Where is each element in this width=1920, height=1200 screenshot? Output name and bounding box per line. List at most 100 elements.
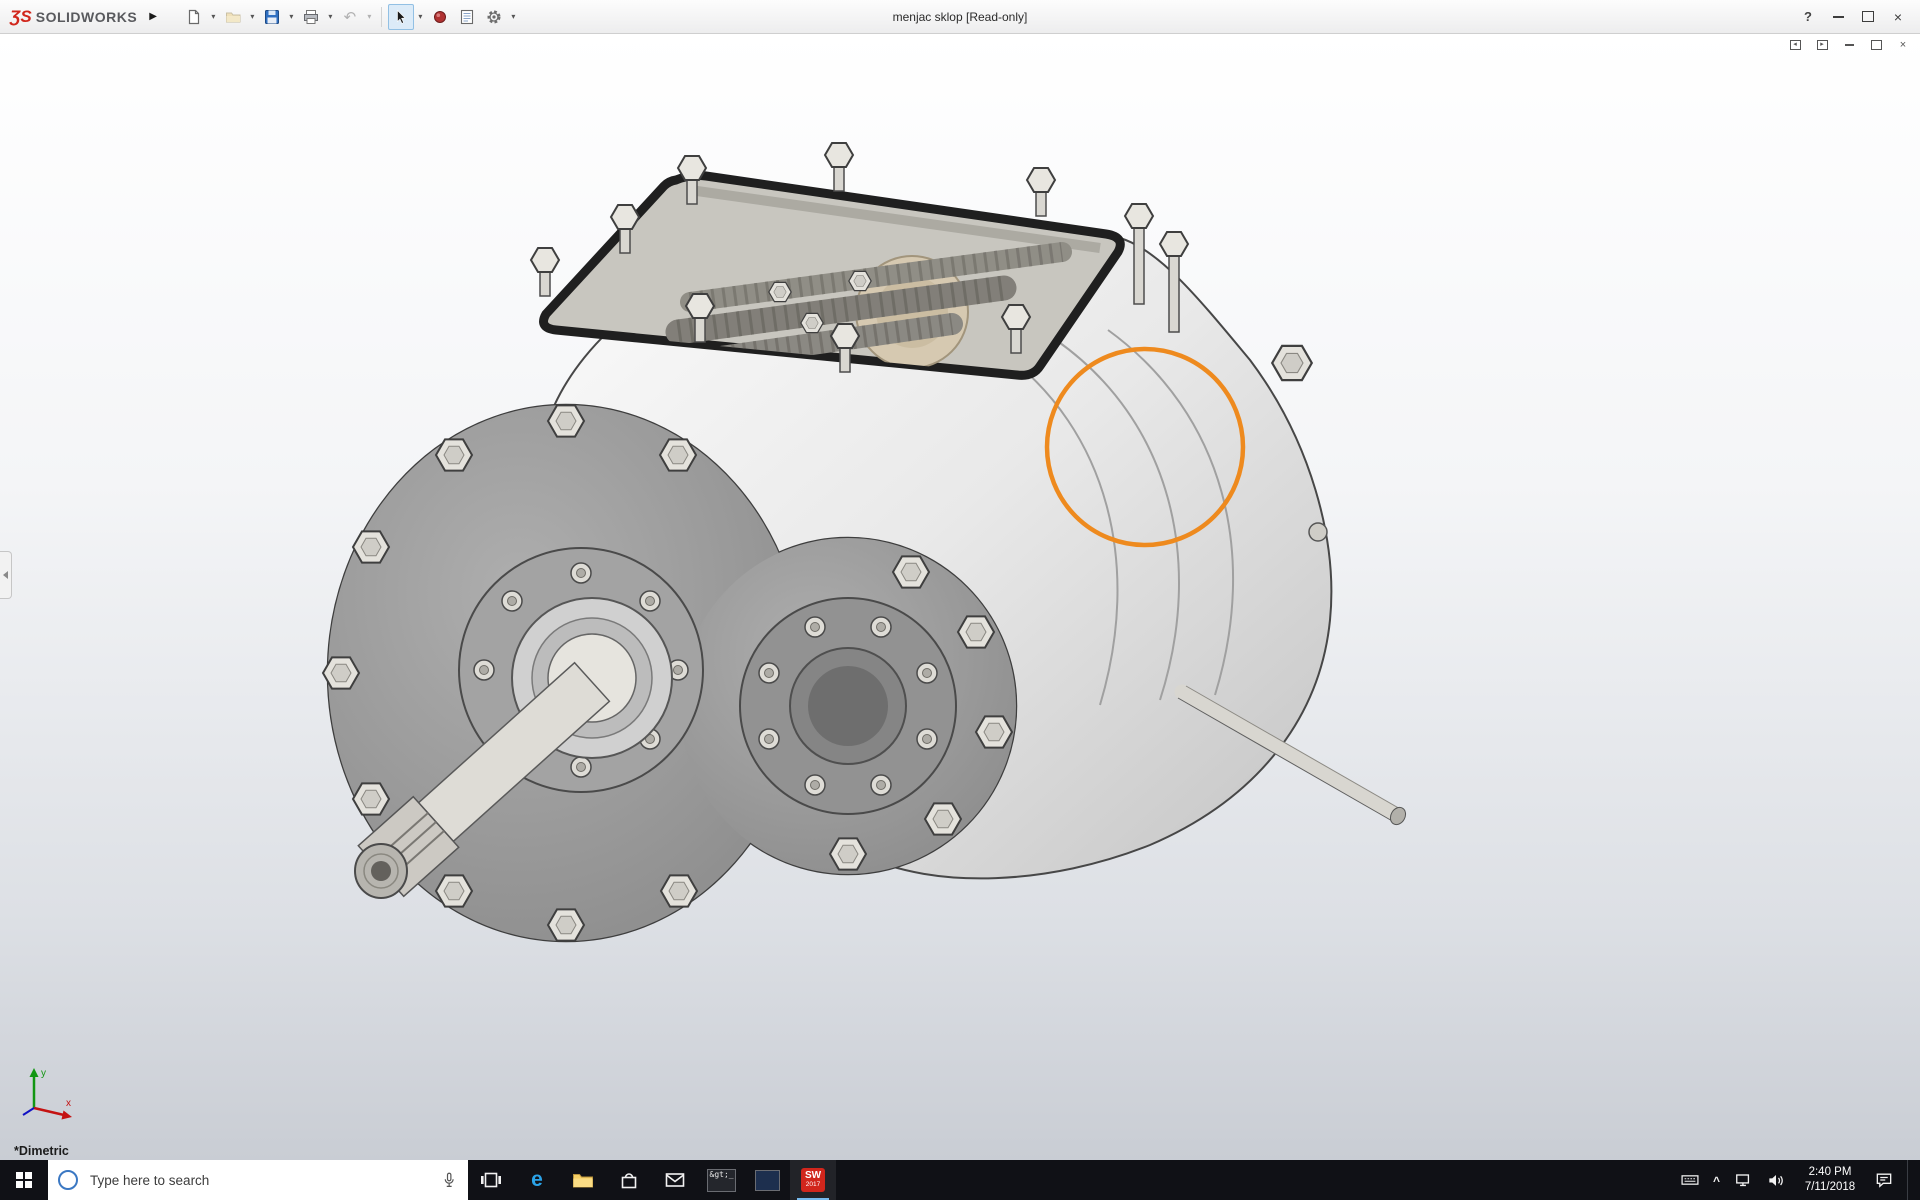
select-tool-button[interactable] (387, 3, 414, 30)
axis-y-label: y (41, 1068, 46, 1079)
store-bag-icon (621, 1173, 637, 1189)
taskbar-clock[interactable]: 2:40 PM 7/11/2018 (1799, 1165, 1861, 1195)
report-icon (460, 9, 473, 24)
open-button[interactable] (220, 4, 246, 30)
solidworks-app-icon: SW 2017 (801, 1168, 825, 1192)
close-icon: × (1893, 8, 1903, 25)
select-cursor-icon (397, 9, 406, 24)
chevron-down-icon: ▾ (289, 12, 294, 21)
save-dropdown[interactable]: ▾ (286, 5, 297, 29)
orientation-triad: y x (22, 1068, 72, 1120)
new-document-dropdown[interactable]: ▾ (208, 5, 219, 29)
new-document-button[interactable] (181, 4, 207, 30)
undo-button[interactable]: ↶ (337, 4, 363, 30)
file-explorer-icon (573, 1174, 593, 1188)
side-fitting (1308, 522, 1328, 542)
options-button[interactable] (481, 4, 507, 30)
standard-toolbar: ▾ ▾ ▾ ▾ ↶ ▾ ▾ ▾ (181, 3, 519, 30)
gear-icon (487, 10, 501, 23)
app-name: SOLIDWORKS (35, 8, 138, 25)
help-button[interactable]: ? (1794, 5, 1822, 29)
windows-taskbar: e &gt;_ SW (0, 1160, 1920, 1200)
maximize-button[interactable] (1854, 5, 1882, 29)
open-folder-icon (225, 12, 241, 22)
new-document-icon (188, 9, 199, 24)
print-icon (303, 9, 318, 24)
solidworks-logo: ƷS SOLIDWORKS (0, 7, 143, 27)
print-dropdown[interactable]: ▾ (325, 5, 336, 29)
clock-date: 7/11/2018 (1804, 1181, 1856, 1193)
open-dropdown[interactable]: ▾ (247, 5, 258, 29)
console-app-button[interactable]: &gt;_ (698, 1160, 744, 1200)
view-orientation-label: *Dimetric (14, 1144, 69, 1158)
side-cover[interactable] (739, 597, 957, 815)
edge-icon: e (531, 1168, 543, 1191)
axis-x-label: x (66, 1098, 71, 1109)
cortana-icon (58, 1170, 78, 1190)
app-tile-icon (754, 1169, 780, 1191)
minimize-icon (1832, 15, 1844, 18)
start-button[interactable] (0, 1160, 48, 1200)
doc-minimize-icon (1844, 44, 1854, 46)
chevron-down-icon: ▾ (250, 12, 255, 21)
search-input[interactable] (88, 1171, 430, 1189)
graphics-viewport[interactable]: ◂ ▸ × y x *Dimetric (0, 33, 1920, 1160)
select-tool-dropdown[interactable]: ▾ (415, 5, 426, 29)
appearance-button[interactable] (427, 4, 453, 30)
titlebar: ƷS SOLIDWORKS ▶ ▾ ▾ ▾ ▾ ↶ ▾ ▾ ▾ menjac s… (0, 0, 1920, 34)
model-viewport[interactable] (0, 33, 1920, 1160)
windows-logo-icon (15, 1171, 33, 1189)
network-icon[interactable] (1733, 1170, 1753, 1190)
help-icon: ? (1804, 9, 1812, 24)
doc-close-button[interactable]: × (1894, 37, 1912, 53)
undo-icon: ↶ (343, 8, 357, 26)
save-button[interactable] (259, 4, 285, 30)
file-explorer-button[interactable] (560, 1160, 606, 1200)
chevron-down-icon: ▾ (367, 12, 372, 21)
edge-browser-button[interactable]: e (514, 1160, 560, 1200)
print-button[interactable] (298, 4, 324, 30)
action-center-icon[interactable] (1874, 1170, 1894, 1190)
toolbar-separator (380, 6, 382, 27)
solidworks-taskbar-button[interactable]: SW 2017 (790, 1160, 836, 1200)
store-button[interactable] (606, 1160, 652, 1200)
red-sphere-icon (433, 10, 446, 23)
hidden-icons-chevron[interactable]: ^ (1713, 1174, 1720, 1188)
doc-pane-left-button[interactable]: ◂ (1786, 37, 1804, 53)
mail-icon (665, 1173, 685, 1187)
volume-icon[interactable] (1766, 1170, 1786, 1190)
doc-pane-right-button[interactable]: ▸ (1813, 37, 1831, 53)
window-controls: ? × (1794, 5, 1920, 29)
doc-restore-button[interactable] (1867, 37, 1885, 53)
chevron-down-icon: ▾ (418, 12, 423, 21)
doc-close-icon: × (1899, 39, 1907, 51)
chevron-down-icon: ▾ (211, 12, 216, 21)
show-desktop-button[interactable] (1907, 1160, 1914, 1200)
gearbox-model[interactable] (322, 142, 1409, 943)
clock-time: 2:40 PM (1808, 1166, 1852, 1179)
close-button[interactable]: × (1884, 5, 1912, 29)
options-dropdown[interactable]: ▾ (508, 5, 519, 29)
mail-button[interactable] (652, 1160, 698, 1200)
touch-keyboard-icon[interactable] (1680, 1170, 1700, 1190)
app-button-secondary[interactable] (744, 1160, 790, 1200)
minimize-button[interactable] (1824, 5, 1852, 29)
console-window-icon: &gt;_ (706, 1168, 736, 1192)
doc-minimize-button[interactable] (1840, 37, 1858, 53)
chevron-down-icon: ▾ (511, 12, 516, 21)
chevron-down-icon: ▾ (328, 12, 333, 21)
system-tray: ^ 2:40 PM 7/11/2018 (1670, 1160, 1920, 1200)
menu-flyout-arrow[interactable]: ▶ (143, 7, 163, 26)
doc-restore-icon (1870, 40, 1882, 50)
maximize-icon (1862, 11, 1874, 22)
report-button[interactable] (454, 4, 480, 30)
taskbar-search[interactable] (48, 1160, 468, 1200)
document-window-controls: ◂ ▸ × (1786, 37, 1912, 53)
task-view-button[interactable] (468, 1160, 514, 1200)
solidworks-window: ƷS SOLIDWORKS ▶ ▾ ▾ ▾ ▾ ↶ ▾ ▾ ▾ menjac s… (0, 0, 1920, 1200)
undo-dropdown[interactable]: ▾ (364, 5, 375, 29)
task-view-icon (481, 1172, 501, 1188)
save-icon (264, 9, 279, 24)
hex-plug (1271, 344, 1313, 382)
ds-logo-icon: ƷS (10, 6, 32, 26)
